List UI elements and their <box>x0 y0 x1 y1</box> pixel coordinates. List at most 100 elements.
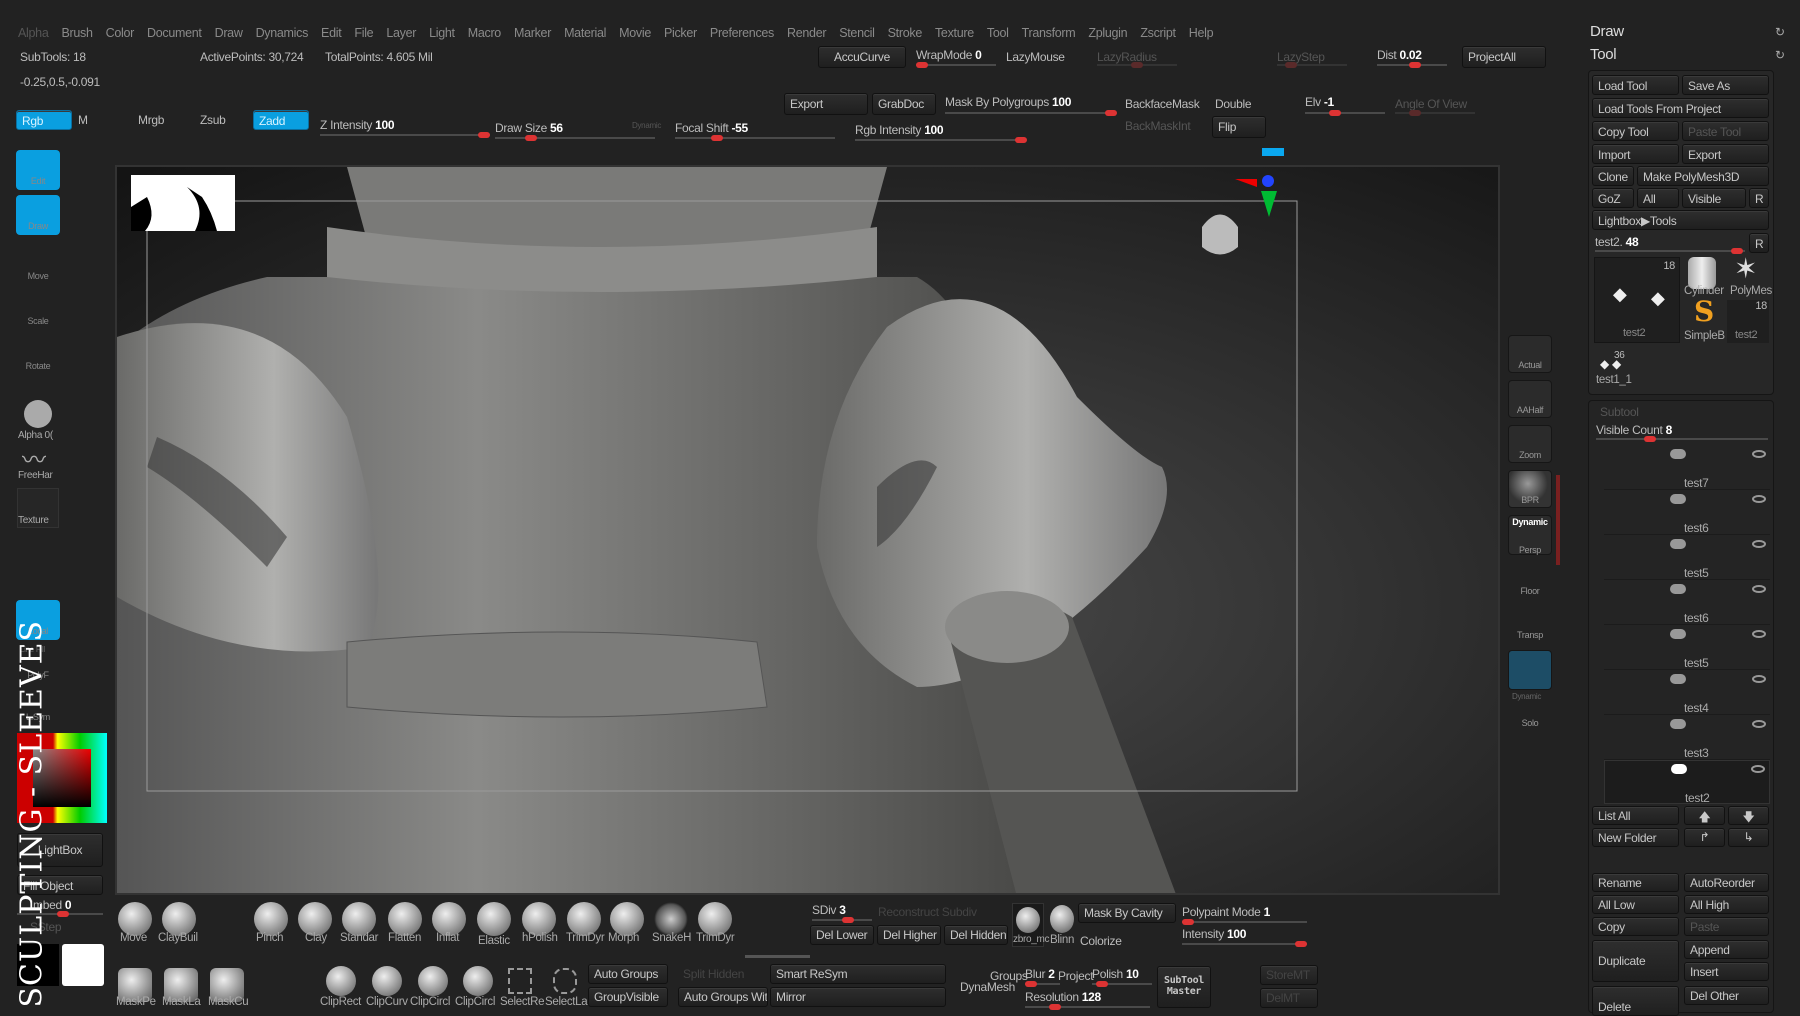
eye-icon[interactable] <box>1752 585 1766 593</box>
brush-snakehook-icon[interactable] <box>654 902 688 936</box>
shelf-scrollbar[interactable] <box>745 955 810 958</box>
blinn-sphere-icon[interactable] <box>1050 905 1074 933</box>
focal-shift-track[interactable] <box>675 135 835 141</box>
polish-slider[interactable]: Polish 10 <box>1092 967 1139 981</box>
menu-zplugin[interactable]: Zplugin <box>1088 26 1127 40</box>
blur-slider[interactable]: Blur 2 <box>1025 967 1055 981</box>
del-higher-button[interactable]: Del Higher <box>877 925 941 945</box>
menu-document[interactable]: Document <box>147 26 202 40</box>
aov-track[interactable] <box>1395 110 1475 116</box>
move-button[interactable]: Move <box>16 245 60 285</box>
selectrect-icon[interactable] <box>508 968 532 994</box>
brush-selectrect[interactable]: SelectRe <box>500 996 545 1008</box>
brush-inflate[interactable]: Inflat <box>436 932 459 944</box>
canvas-viewport[interactable] <box>115 165 1500 895</box>
cliprect-icon[interactable] <box>326 966 356 996</box>
goz-r-button[interactable]: R <box>1749 188 1769 208</box>
brush-clipcircle[interactable]: ClipCircl <box>410 996 450 1008</box>
rgb-toggle[interactable]: Rgb <box>16 110 72 130</box>
append-button[interactable]: Append <box>1684 940 1769 959</box>
alpha-icon[interactable] <box>24 400 52 428</box>
menu-draw[interactable]: Draw <box>215 26 243 40</box>
lightbox-tools-button[interactable]: Lightbox▶Tools <box>1592 210 1769 230</box>
subtool-item[interactable]: test7 <box>1604 446 1770 490</box>
brush-pinch[interactable]: Pinch <box>256 932 284 944</box>
brush-morph[interactable]: Morph <box>608 932 639 944</box>
sdiv-slider[interactable]: SDiv 3 <box>812 903 846 917</box>
menu-picker[interactable]: Picker <box>664 26 697 40</box>
menu-help[interactable]: Help <box>1189 26 1214 40</box>
brush-snakehook[interactable]: SnakeH <box>652 932 691 944</box>
menu-macro[interactable]: Macro <box>468 26 502 40</box>
angle-of-view-slider[interactable]: Angle Of View <box>1395 97 1467 111</box>
tool-thumb-test2-small[interactable]: 18 test2 <box>1727 300 1769 343</box>
subtool-item[interactable]: test3 <box>1604 716 1770 760</box>
main-color-swatch[interactable] <box>62 944 104 986</box>
menu-brush[interactable]: Brush <box>61 26 92 40</box>
paste-subtool-button[interactable]: Paste <box>1684 917 1769 936</box>
z-intensity-slider[interactable]: Z Intensity 100 <box>320 118 395 132</box>
brush-trimdynamic-2-icon[interactable] <box>698 902 732 936</box>
menu-light[interactable]: Light <box>429 26 455 40</box>
slider-knob[interactable] <box>478 132 490 138</box>
delete-button[interactable]: Delete <box>1592 986 1679 1016</box>
brush-morph-icon[interactable] <box>610 902 644 936</box>
menu-tool[interactable]: Tool <box>987 26 1009 40</box>
slider-knob[interactable] <box>711 135 723 141</box>
slider-knob[interactable] <box>1025 981 1037 987</box>
zoom-button[interactable]: Zoom <box>1508 425 1552 463</box>
accucurve-button[interactable]: AccuCurve <box>818 46 906 68</box>
colorize-button[interactable]: Colorize <box>1080 934 1122 948</box>
toggle-icon[interactable] <box>1671 764 1687 774</box>
zadd-toggle[interactable]: Zadd <box>253 110 309 130</box>
tool-thumb-simplebrush[interactable]: SimpleB <box>1684 330 1725 342</box>
brush-standard-icon[interactable] <box>342 902 376 936</box>
draw-size-track[interactable] <box>495 135 655 141</box>
resolution-slider[interactable]: Resolution 128 <box>1025 990 1101 1004</box>
tool-thumb-test1-1[interactable]: test1_1 <box>1596 374 1632 386</box>
groups-toggle[interactable]: Groups <box>990 969 1028 983</box>
menu-dynamics[interactable]: Dynamics <box>256 26 309 40</box>
clipcirclecenter-icon[interactable] <box>463 966 493 996</box>
menu-file[interactable]: File <box>354 26 373 40</box>
menu-render[interactable]: Render <box>787 26 827 40</box>
lazymouse-button[interactable]: LazyMouse <box>1006 50 1065 64</box>
m-toggle[interactable]: M <box>78 113 88 127</box>
mask-by-cavity-button[interactable]: Mask By Cavity <box>1078 903 1176 923</box>
eye-icon[interactable] <box>1752 675 1766 683</box>
project-toggle[interactable]: Project <box>1058 969 1094 983</box>
polypaint-track[interactable] <box>1182 919 1307 925</box>
brush-move[interactable]: Move <box>120 932 147 944</box>
tool-thumb-test2[interactable]: 18 ◆ ◆ test2 <box>1594 257 1680 343</box>
transp-button[interactable]: Transp <box>1508 610 1552 642</box>
refresh-icon[interactable]: ↻ <box>1775 25 1785 39</box>
menu-marker[interactable]: Marker <box>514 26 551 40</box>
bpr-button[interactable]: BPR <box>1508 470 1552 508</box>
rgb-intensity-slider[interactable]: Rgb Intensity 100 <box>855 123 944 137</box>
brush-standard[interactable]: Standar <box>340 932 378 944</box>
intensity-slider[interactable]: Intensity 100 <box>1182 927 1246 941</box>
load-tools-from-project-button[interactable]: Load Tools From Project <box>1592 98 1769 118</box>
del-other-button[interactable]: Del Other <box>1684 986 1769 1005</box>
lazystep-track[interactable] <box>1277 62 1347 68</box>
new-folder-button[interactable]: New Folder <box>1592 828 1679 847</box>
import-button[interactable]: Import <box>1592 144 1679 164</box>
brush-hpolish-icon[interactable] <box>522 902 556 936</box>
del-hidden-button[interactable]: Del Hidden <box>944 925 1008 945</box>
draw-button[interactable]: Draw <box>16 195 60 235</box>
slider-knob[interactable] <box>1096 981 1108 987</box>
brush-clipcurve[interactable]: ClipCurv <box>366 996 408 1008</box>
refresh-icon[interactable]: ↻ <box>1775 48 1785 62</box>
del-lower-button[interactable]: Del Lower <box>810 925 874 945</box>
slider-knob[interactable] <box>842 917 854 923</box>
persp-button[interactable]: Dynamic Persp <box>1508 515 1552 555</box>
backfacemask-button[interactable]: BackfaceMask <box>1125 97 1200 111</box>
double-button[interactable]: Double <box>1215 97 1252 111</box>
folder-up-button[interactable]: ↱ <box>1684 828 1725 847</box>
brush-flatten-icon[interactable] <box>388 902 422 936</box>
visible-count-track[interactable] <box>1596 436 1768 442</box>
floor-button[interactable]: Floor <box>1508 568 1552 598</box>
subtool-item[interactable]: test5 <box>1604 626 1770 670</box>
eye-icon[interactable] <box>1751 765 1765 773</box>
menu-layer[interactable]: Layer <box>386 26 416 40</box>
